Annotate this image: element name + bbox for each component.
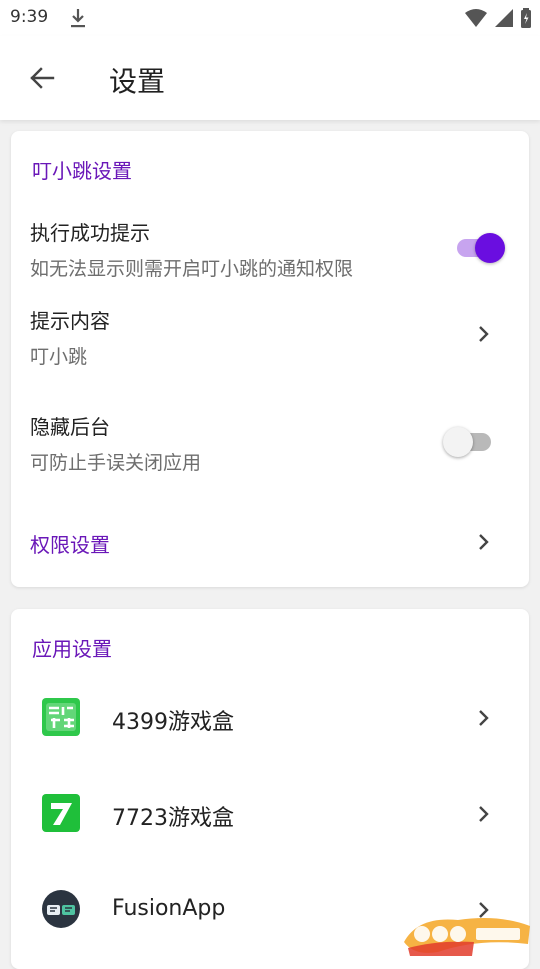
signal-icon <box>495 9 513 27</box>
app-row-4399[interactable]: 4399游戏盒 <box>11 681 529 753</box>
hide-background-title: 隐藏后台 <box>30 415 110 439</box>
status-bar: 9:39 <box>0 0 540 36</box>
page-title: 设置 <box>109 65 166 98</box>
chevron-right-icon <box>479 806 489 822</box>
success-tip-row[interactable]: 执行成功提示 如无法显示则需开启叮小跳的通知权限 <box>11 205 529 289</box>
chevron-right-icon <box>479 710 489 726</box>
hide-background-subtitle: 可防止手误关闭应用 <box>30 452 202 474</box>
back-button[interactable] <box>22 56 62 100</box>
tip-content-value: 叮小跳 <box>30 346 88 368</box>
dingxiaotiao-settings-card: 叮小跳设置 执行成功提示 如无法显示则需开启叮小跳的通知权限 提示内容 叮小跳 … <box>11 131 529 587</box>
app-row-7723[interactable]: 7723游戏盒 <box>11 777 529 849</box>
tip-content-row[interactable]: 提示内容 叮小跳 <box>11 293 529 377</box>
wifi-icon <box>465 9 487 27</box>
4399-game-icon <box>42 698 80 736</box>
status-icons <box>464 8 532 28</box>
chevron-right-icon <box>479 534 489 550</box>
app-label: 4399游戏盒 <box>112 710 234 735</box>
app-label: FusionApp <box>112 896 226 921</box>
7723-game-icon <box>42 794 80 832</box>
success-tip-subtitle: 如无法显示则需开启叮小跳的通知权限 <box>30 258 354 280</box>
app-bar: 设置 <box>0 36 540 120</box>
permission-settings-title: 权限设置 <box>30 533 110 557</box>
section-title: 叮小跳设置 <box>32 159 132 183</box>
chevron-right-icon <box>479 326 489 342</box>
download-icon <box>71 9 85 28</box>
app-label: 7723游戏盒 <box>112 806 234 831</box>
arrow-back-icon <box>30 67 55 89</box>
fusionapp-icon <box>42 890 80 928</box>
hide-background-row[interactable]: 隐藏后台 可防止手误关闭应用 <box>11 399 529 483</box>
tip-content-title: 提示内容 <box>30 309 110 333</box>
hide-background-toggle[interactable] <box>443 425 495 459</box>
success-tip-toggle[interactable] <box>455 231 505 265</box>
section-title: 应用设置 <box>32 637 112 661</box>
status-time: 9:39 <box>10 7 49 27</box>
success-tip-title: 执行成功提示 <box>30 221 150 245</box>
battery-icon <box>521 8 531 28</box>
permission-settings-row[interactable]: 权限设置 <box>11 511 529 573</box>
watermark-logo <box>404 918 530 956</box>
